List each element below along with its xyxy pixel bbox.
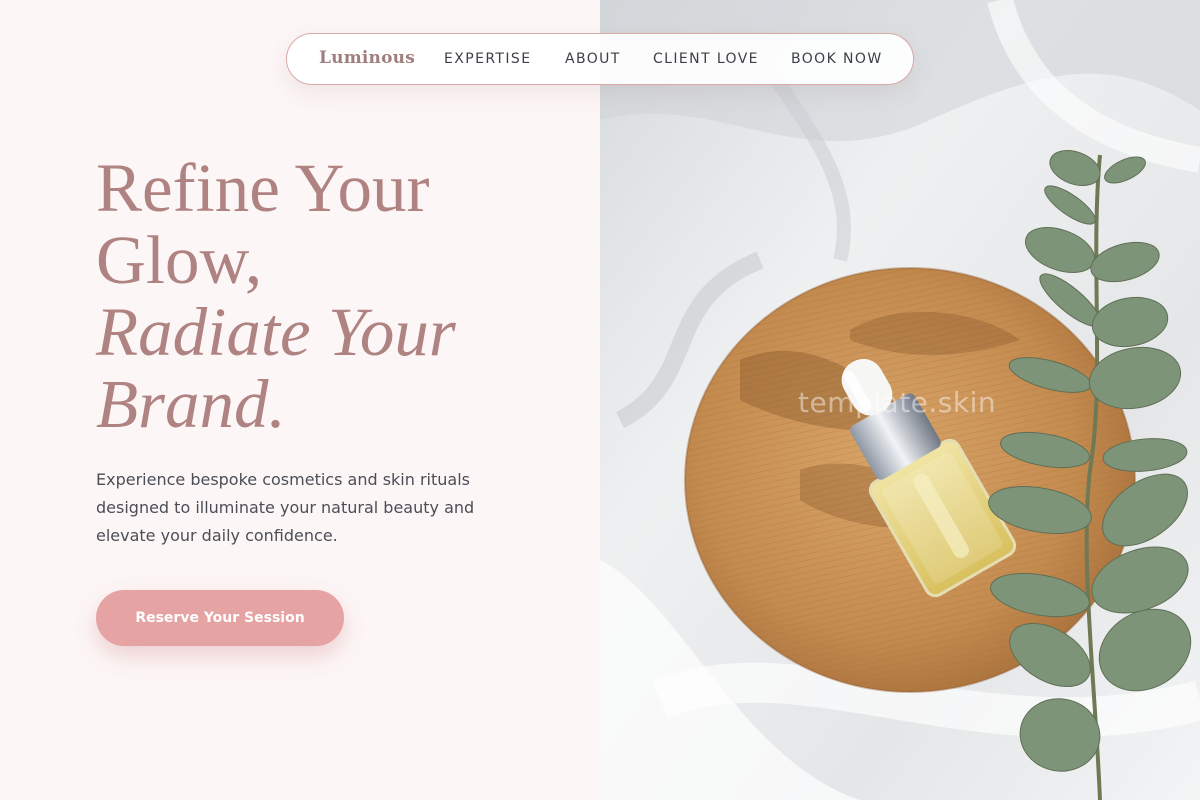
nav-item-expertise[interactable]: EXPERTISE [444, 51, 531, 67]
hero-title-line-1: Refine Your [96, 150, 430, 226]
nav-item-client-love[interactable]: CLIENT LOVE [653, 51, 759, 67]
hero-title-line-3: Radiate Your [96, 294, 456, 370]
hero-title-line-4: Brand. [96, 366, 286, 442]
top-navigation: Luminous EXPERTISE ABOUT CLIENT LOVE BOO… [286, 33, 914, 85]
hero-section: Refine Your Glow, Radiate Your Brand. Ex… [0, 0, 600, 800]
product-photo [600, 0, 1200, 800]
brand-logo[interactable]: Luminous [319, 48, 415, 68]
hero-image [600, 0, 1200, 800]
reserve-session-button[interactable]: Reserve Your Session [96, 590, 344, 646]
hero-description: Experience bespoke cosmetics and skin ri… [96, 470, 475, 545]
hero-title-line-2: Glow, [96, 222, 263, 298]
nav-item-about[interactable]: ABOUT [565, 51, 621, 67]
nav-item-book-now[interactable]: BOOK NOW [791, 51, 883, 67]
hero-title: Refine Your Glow, Radiate Your Brand. [96, 152, 576, 440]
